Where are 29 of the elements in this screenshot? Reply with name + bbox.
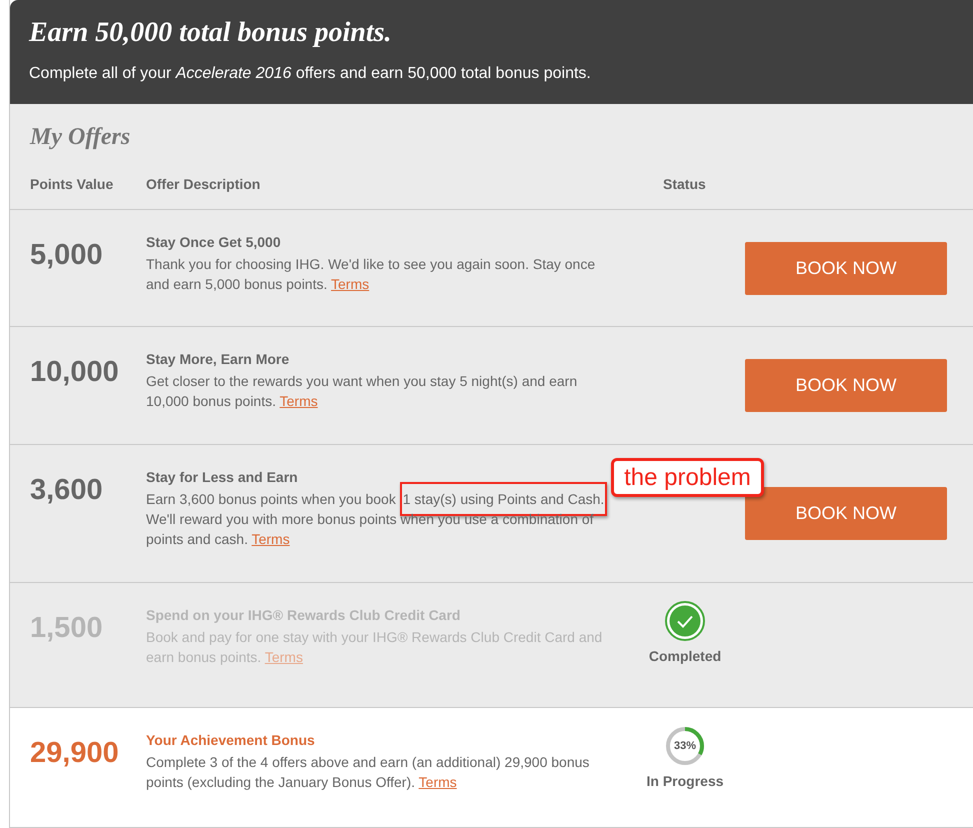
check-circle-icon (665, 601, 705, 641)
annotation-label: the problem (611, 458, 764, 497)
points-value: 10,000 (30, 356, 119, 388)
banner-subtitle: Complete all of your Accelerate 2016 offers and earn 50,000 total bonus points. (29, 64, 592, 84)
section-title: My Offers (30, 123, 132, 152)
offer-description: Get closer to the rewards you want when you stay 5 night(s) and earn 10,000 bonus points. Terms (146, 372, 578, 411)
terms-link[interactable]: Terms (418, 774, 457, 790)
points-value: 3,600 (30, 474, 103, 506)
status-label: Completed (648, 647, 722, 666)
column-header: Points Value (30, 175, 114, 194)
percent-label: 33% (672, 738, 698, 754)
offer-title: Stay for Less and Earn (146, 468, 299, 487)
points-value: 29,900 (30, 737, 119, 769)
points-value: 5,000 (30, 239, 103, 271)
column-header: Status (663, 175, 706, 194)
terms-link[interactable]: Terms (331, 276, 370, 292)
offer-title: Your Achievement Bonus (146, 731, 316, 750)
offer-description: Complete 3 of the 4 offers above and earn (an additional) 29,900 bonus points (excluding the January Bonus Offer). Terms (146, 753, 590, 792)
book-now-button[interactable]: BOOK NOW (745, 359, 947, 412)
offer-description: Thank you for choosing IHG. We'd like to see you again soon. Stay once and earn 5,000 bonus points. Terms (146, 255, 596, 294)
banner-title: Earn 50,000 total bonus points. (29, 16, 393, 50)
offer-title: Stay More, Earn More (146, 350, 290, 369)
book-now-button[interactable]: BOOK NOW (745, 242, 947, 294)
status-label: In Progress (646, 772, 724, 791)
offer-title: Stay Once Get 5,000 (146, 233, 282, 252)
terms-link[interactable]: Terms (252, 531, 290, 547)
terms-link[interactable]: Terms (280, 393, 318, 409)
book-now-button[interactable]: BOOK NOW (745, 487, 947, 540)
column-header: Offer Description (146, 175, 262, 194)
